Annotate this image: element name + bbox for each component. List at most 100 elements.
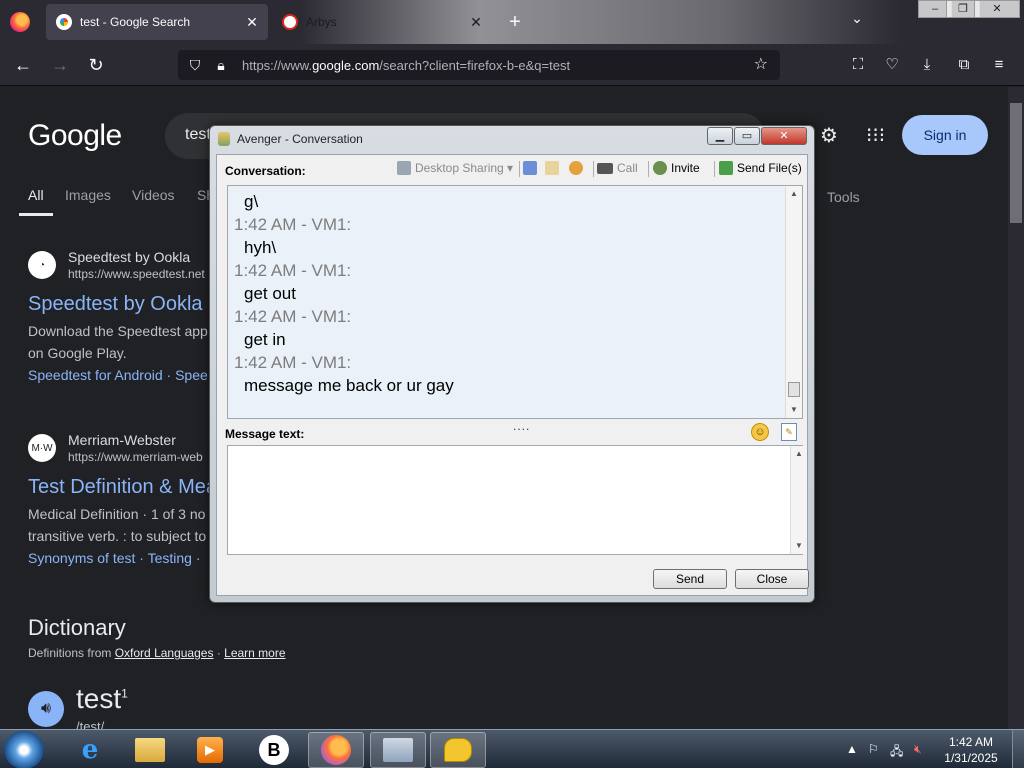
- message-text: hyh\: [244, 238, 277, 257]
- taskbar-file-explorer[interactable]: [122, 732, 178, 768]
- screenshot-icon[interactable]: ⛶: [846, 54, 870, 78]
- desktop-sharing-button[interactable]: Desktop Sharing ▾: [397, 161, 513, 175]
- send-files-button[interactable]: Send File(s): [719, 161, 802, 175]
- toolbar-separator: [714, 161, 715, 177]
- page-scrollbar[interactable]: [1008, 87, 1024, 729]
- network-icon[interactable]: 🖧︎: [890, 742, 903, 763]
- tab-label: Arbys: [306, 15, 337, 29]
- new-tab-button[interactable]: +: [502, 8, 528, 36]
- result-url: https://www.merriam-web: [68, 450, 203, 464]
- scrollbar-thumb[interactable]: [788, 382, 800, 397]
- window-title: Avenger - Conversation: [237, 132, 363, 146]
- message-header: 1:42 AM - VM1:: [234, 261, 352, 280]
- video-camera-icon: [597, 162, 613, 174]
- bookmark-star-icon[interactable]: ☆: [754, 54, 768, 74]
- forward-arrow-icon[interactable]: →: [47, 52, 73, 78]
- minimize-button[interactable]: ▁: [707, 127, 733, 145]
- result-sitelinks[interactable]: Synonyms of test · Testing ·: [28, 550, 200, 566]
- close-window-button[interactable]: ✕: [974, 0, 1020, 18]
- conversation-history[interactable]: g\ 1:42 AM - VM1: hyh\ 1:42 AM - VM1: ge…: [227, 185, 803, 419]
- back-arrow-icon[interactable]: ←: [10, 52, 36, 78]
- taskbar-internet-explorer[interactable]: e: [62, 732, 118, 768]
- lock-icon[interactable]: 🔒︎: [212, 57, 230, 74]
- pocket-icon[interactable]: ♡: [880, 54, 904, 78]
- volume-muted-icon[interactable]: 🔇︎: [914, 742, 922, 757]
- result-title-link[interactable]: Speedtest by Ookla: [28, 293, 203, 316]
- firefox-logo-icon[interactable]: [10, 12, 30, 32]
- extensions-icon[interactable]: ⧉: [952, 54, 976, 78]
- call-button[interactable]: Call: [597, 161, 638, 175]
- arbys-favicon-icon: [282, 14, 298, 30]
- tools-button[interactable]: Tools: [827, 189, 860, 205]
- apps-grid-icon[interactable]: ⁝⁝⁝: [866, 123, 885, 148]
- learn-more-link[interactable]: Learn more: [224, 646, 285, 660]
- send-button[interactable]: Send: [653, 569, 727, 589]
- browser-nav-bar: ← → ↻ ⛉ 🔒︎ https://www.google.com/search…: [0, 44, 1024, 86]
- invite-button[interactable]: Invite: [653, 161, 700, 175]
- url-text: https://www.google.com/search?client=fir…: [242, 57, 571, 73]
- taskbar-network-app[interactable]: [370, 732, 426, 768]
- nudge-icon[interactable]: [569, 161, 587, 175]
- conversation-scrollbar[interactable]: ▲ ▼: [785, 186, 802, 418]
- tab-all[interactable]: All: [19, 187, 52, 216]
- taskbar-brave[interactable]: B: [246, 732, 302, 768]
- window-body: Conversation: Desktop Sharing ▾ Call Inv…: [216, 154, 809, 596]
- send-file-icon: [719, 161, 733, 175]
- document-icon[interactable]: [545, 161, 563, 175]
- scrollbar-thumb[interactable]: [1010, 103, 1022, 223]
- tab-google-search[interactable]: test - Google Search ✕: [46, 4, 268, 40]
- invite-users-icon: [653, 161, 667, 175]
- tab-arbys[interactable]: Arbys ✕: [272, 4, 492, 40]
- search-query: test: [185, 126, 211, 143]
- browser-tab-bar: test - Google Search ✕ Arbys ✕ + ⌄ – ❐ ✕: [0, 0, 1024, 44]
- conversation-label: Conversation:: [225, 164, 306, 178]
- dictionary-source: Definitions from Oxford Languages · Lear…: [28, 646, 286, 660]
- scroll-down-arrow-icon[interactable]: ▼: [786, 402, 802, 418]
- result-snippet: transitive verb. : to subject to: [28, 528, 207, 544]
- emoticon-smiley-icon[interactable]: ☺: [751, 423, 769, 441]
- resize-splitter-grip[interactable]: ....: [513, 419, 530, 433]
- text-format-icon[interactable]: ✎: [781, 423, 797, 441]
- message-input[interactable]: [227, 445, 803, 555]
- close-button[interactable]: Close: [735, 569, 809, 589]
- show-desktop-button[interactable]: [1012, 730, 1024, 768]
- sign-in-button[interactable]: Sign in: [902, 115, 988, 155]
- scroll-down-arrow-icon[interactable]: ▼: [791, 538, 807, 554]
- close-window-button[interactable]: ✕: [761, 127, 807, 145]
- start-orb-button[interactable]: [4, 731, 44, 768]
- pronounce-speaker-icon[interactable]: 🔊︎: [28, 691, 64, 727]
- close-tab-icon[interactable]: ✕: [464, 14, 488, 31]
- show-hidden-icons-arrow-icon[interactable]: ▲: [846, 742, 858, 756]
- close-tab-icon[interactable]: ✕: [240, 14, 264, 31]
- desktop-sharing-icon: [397, 161, 411, 175]
- system-clock[interactable]: 1:42 AM 1/31/2025: [936, 734, 1006, 766]
- window-titlebar[interactable]: Avenger - Conversation ▁ ▭ ✕: [210, 126, 814, 152]
- menu-hamburger-icon[interactable]: ≡: [987, 54, 1011, 78]
- tab-videos[interactable]: Videos: [132, 187, 175, 203]
- action-center-flag-icon[interactable]: ⚐: [868, 742, 879, 756]
- tab-images[interactable]: Images: [65, 187, 111, 203]
- maximize-button[interactable]: ▭: [734, 127, 760, 145]
- downloads-icon[interactable]: ⤓: [915, 54, 939, 78]
- avenger-conversation-window: Avenger - Conversation ▁ ▭ ✕ Conversatio…: [209, 125, 815, 603]
- reload-icon[interactable]: ↻: [83, 52, 109, 78]
- shield-icon[interactable]: ⛉: [186, 57, 204, 74]
- taskbar-media-player[interactable]: ▶: [182, 732, 238, 768]
- result-snippet: Medical Definition · 1 of 3 no: [28, 506, 206, 522]
- oxford-languages-link[interactable]: Oxford Languages: [115, 646, 214, 660]
- address-bar[interactable]: ⛉ 🔒︎ https://www.google.com/search?clien…: [178, 50, 780, 80]
- history-book-icon[interactable]: [523, 161, 541, 175]
- list-tabs-chevron-icon[interactable]: ⌄: [846, 10, 868, 34]
- message-scrollbar[interactable]: ▲ ▼: [790, 446, 807, 554]
- scroll-up-arrow-icon[interactable]: ▲: [786, 186, 802, 202]
- result-sitelinks[interactable]: Speedtest for Android · Spee: [28, 367, 208, 383]
- settings-gear-icon[interactable]: ⚙: [820, 123, 838, 148]
- taskbar-firefox[interactable]: [308, 732, 364, 768]
- windows-taskbar: e ▶ B ▲ ⚐ 🖧︎ 🔇︎ 1:42 AM 1/31/2025: [0, 729, 1024, 768]
- result-title-link[interactable]: Test Definition & Mea: [28, 476, 217, 499]
- scroll-up-arrow-icon[interactable]: ▲: [791, 446, 807, 462]
- google-logo[interactable]: Google: [28, 119, 122, 153]
- taskbar-avenger[interactable]: [430, 732, 486, 768]
- message-header: 1:42 AM - VM1:: [234, 215, 352, 234]
- firefox-icon: [321, 735, 351, 765]
